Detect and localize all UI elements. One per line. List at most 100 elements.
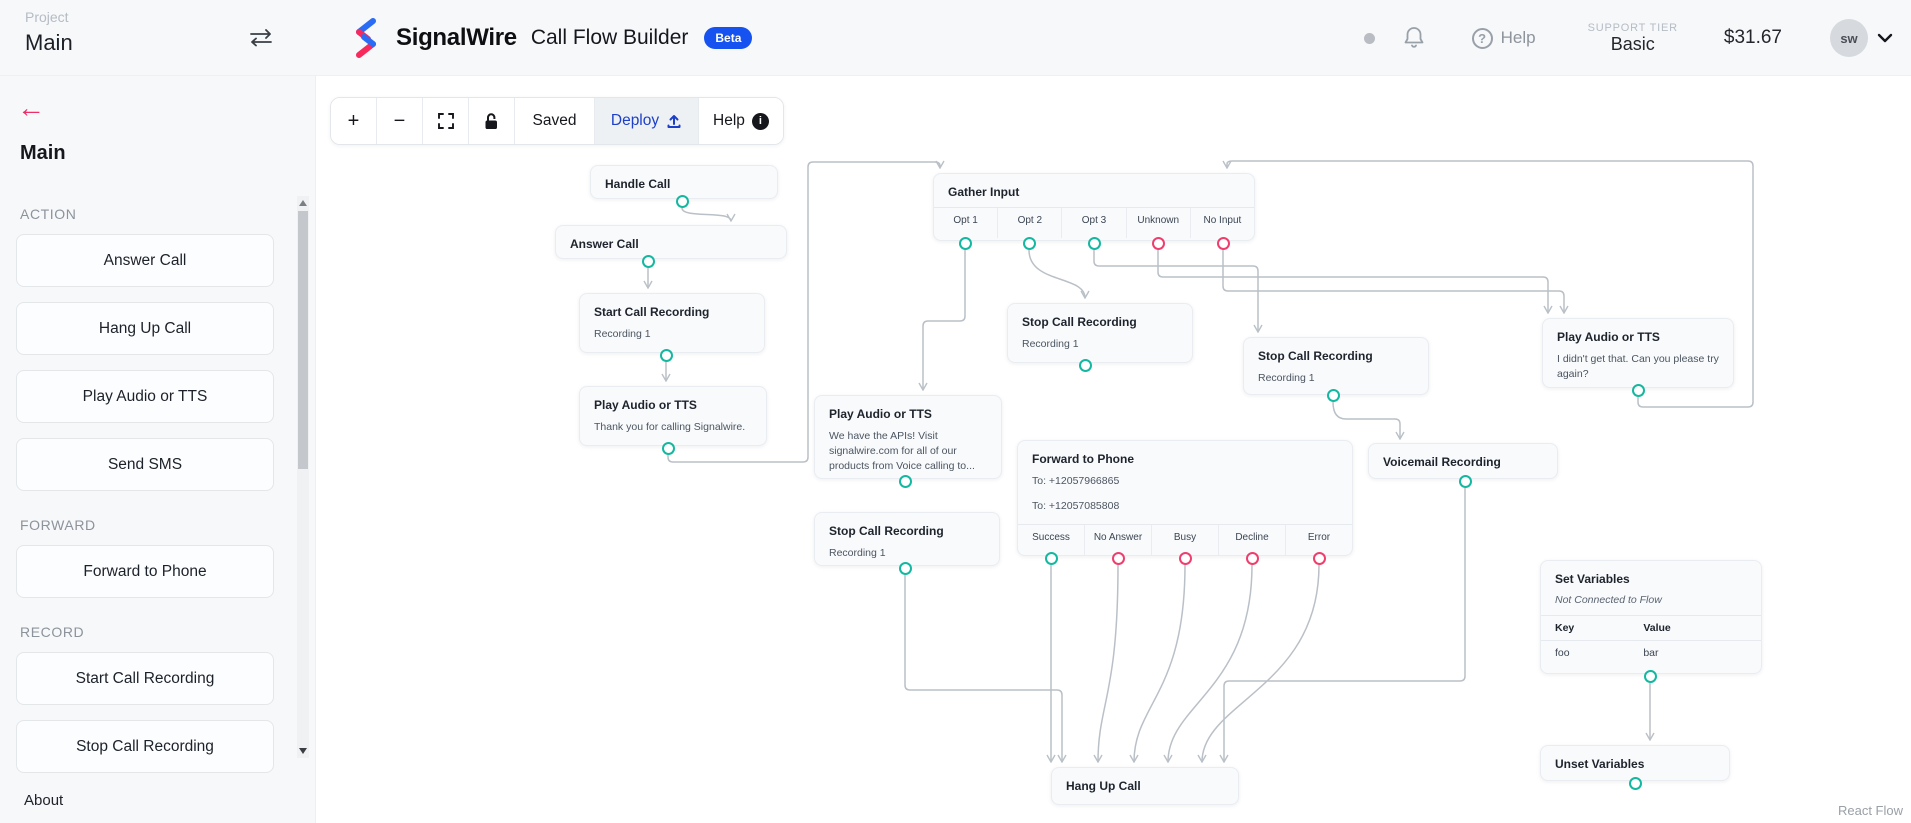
node-play-audio-thanks[interactable]: Play Audio or TTS Thank you for calling … bbox=[579, 386, 767, 446]
output-handle[interactable] bbox=[1313, 552, 1326, 565]
node-palette-sidebar: ← Main ACTION Answer Call Hang Up Call P… bbox=[0, 76, 316, 823]
node-play-audio-apis[interactable]: Play Audio or TTS We have the APIs! Visi… bbox=[814, 395, 1002, 479]
output-opt-1: Opt 1 bbox=[934, 208, 997, 238]
output-handle[interactable] bbox=[660, 349, 673, 362]
header-actions: ? Help SUPPORT TIER Basic $31.67 sw bbox=[1364, 0, 1893, 76]
variables-row: foo bar bbox=[1541, 641, 1761, 671]
node-unset-variables[interactable]: Unset Variables bbox=[1540, 745, 1730, 781]
output-handle[interactable] bbox=[1023, 237, 1036, 250]
node-title: Set Variables bbox=[1541, 561, 1761, 594]
lock-button[interactable] bbox=[469, 98, 515, 144]
palette-item-play-audio-tts[interactable]: Play Audio or TTS bbox=[16, 370, 274, 423]
output-handle[interactable] bbox=[1459, 475, 1472, 488]
scrollbar-up-arrow-icon[interactable] bbox=[299, 200, 307, 206]
palette-sections: ACTION Answer Call Hang Up Call Play Aud… bbox=[0, 180, 296, 788]
output-handle[interactable] bbox=[1045, 552, 1058, 565]
node-gather-input[interactable]: Gather Input Opt 1 Opt 2 Opt 3 Unknown N… bbox=[933, 173, 1255, 241]
help-button-label: Help bbox=[713, 112, 745, 130]
scrollbar-thumb[interactable] bbox=[298, 211, 308, 469]
output-handle[interactable] bbox=[899, 475, 912, 488]
support-tier: SUPPORT TIER Basic bbox=[1588, 22, 1678, 55]
palette-item-stop-call-recording[interactable]: Stop Call Recording bbox=[16, 720, 274, 773]
node-line: To: +12057085808 bbox=[1018, 499, 1352, 524]
output-handle[interactable] bbox=[1079, 359, 1092, 372]
output-opt-3: Opt 3 bbox=[1061, 208, 1125, 238]
notifications-bell-icon[interactable] bbox=[1402, 25, 1426, 51]
zoom-in-button[interactable]: + bbox=[331, 98, 377, 144]
help-label: Help bbox=[1501, 28, 1536, 48]
palette-item-start-call-recording[interactable]: Start Call Recording bbox=[16, 652, 274, 705]
output-handle[interactable] bbox=[899, 562, 912, 575]
project-name: Main bbox=[25, 30, 73, 56]
swap-project-icon[interactable] bbox=[248, 28, 274, 53]
signalwire-logo-icon bbox=[348, 17, 384, 59]
project-label: Project bbox=[25, 9, 69, 25]
output-handle[interactable] bbox=[959, 237, 972, 250]
node-title: Play Audio or TTS bbox=[580, 387, 766, 420]
output-handle[interactable] bbox=[1644, 670, 1657, 683]
status-dot-icon bbox=[1364, 33, 1375, 44]
output-handle[interactable] bbox=[1088, 237, 1101, 250]
node-start-call-recording[interactable]: Start Call Recording Recording 1 bbox=[579, 293, 765, 353]
back-arrow-icon[interactable]: ← bbox=[17, 94, 45, 122]
beta-badge: Beta bbox=[704, 27, 752, 49]
node-title: Hang Up Call bbox=[1052, 768, 1238, 801]
node-forward-to-phone[interactable]: Forward to Phone To: +12057966865 To: +1… bbox=[1017, 440, 1353, 556]
scrollbar-down-arrow-icon[interactable] bbox=[299, 748, 307, 754]
project-switcher-block: Project Main bbox=[0, 0, 316, 76]
app-header: Project Main SignalWire Call Flow Builde… bbox=[0, 0, 1911, 76]
question-icon: ? bbox=[1472, 28, 1493, 49]
node-handle-call[interactable]: Handle Call bbox=[590, 165, 778, 199]
support-tier-value: Basic bbox=[1588, 34, 1678, 55]
node-answer-call[interactable]: Answer Call bbox=[555, 225, 787, 259]
output-handle[interactable] bbox=[1246, 552, 1259, 565]
node-title: Gather Input bbox=[934, 174, 1254, 207]
canvas-toolbar: + − Saved Deploy Help i bbox=[330, 97, 784, 145]
sidebar-scrollbar[interactable] bbox=[297, 196, 309, 758]
info-icon: i bbox=[752, 113, 769, 130]
output-handle[interactable] bbox=[676, 195, 689, 208]
help-menu[interactable]: ? Help bbox=[1472, 28, 1536, 49]
palette-item-answer-call[interactable]: Answer Call bbox=[16, 234, 274, 287]
key-cell: foo bbox=[1555, 647, 1643, 659]
node-title: Forward to Phone bbox=[1018, 441, 1352, 474]
node-set-variables[interactable]: Set Variables Not Connected to Flow Key … bbox=[1540, 560, 1762, 674]
output-opt-2: Opt 2 bbox=[997, 208, 1061, 238]
node-play-audio-retry[interactable]: Play Audio or TTS I didn't get that. Can… bbox=[1542, 318, 1734, 388]
help-button[interactable]: Help i bbox=[699, 98, 783, 144]
output-handle[interactable] bbox=[1217, 237, 1230, 250]
output-handle[interactable] bbox=[662, 442, 675, 455]
node-voicemail-recording[interactable]: Voicemail Recording bbox=[1368, 443, 1558, 479]
zoom-out-button[interactable]: − bbox=[377, 98, 423, 144]
react-flow-attribution: React Flow bbox=[1838, 803, 1903, 818]
output-handle[interactable] bbox=[1629, 777, 1642, 790]
deploy-button[interactable]: Deploy bbox=[595, 98, 699, 144]
output-handle[interactable] bbox=[1152, 237, 1165, 250]
node-title: Start Call Recording bbox=[580, 294, 764, 327]
fit-view-button[interactable] bbox=[423, 98, 469, 144]
avatar[interactable]: sw bbox=[1830, 19, 1868, 57]
node-title: Stop Call Recording bbox=[1008, 304, 1192, 337]
section-label-action: ACTION bbox=[20, 206, 296, 222]
node-title: Voicemail Recording bbox=[1369, 444, 1557, 477]
output-handle[interactable] bbox=[1112, 552, 1125, 565]
output-handle[interactable] bbox=[642, 255, 655, 268]
node-stop-call-recording-right[interactable]: Stop Call Recording Recording 1 bbox=[1243, 337, 1429, 395]
output-handle[interactable] bbox=[1179, 552, 1192, 565]
saved-status-button[interactable]: Saved bbox=[515, 98, 595, 144]
flow-canvas[interactable]: + − Saved Deploy Help i bbox=[316, 76, 1911, 823]
output-handle[interactable] bbox=[1632, 384, 1645, 397]
node-stop-call-recording-left[interactable]: Stop Call Recording Recording 1 bbox=[814, 512, 1000, 566]
node-hang-up-call[interactable]: Hang Up Call bbox=[1051, 767, 1239, 805]
node-subtitle: Recording 1 bbox=[580, 327, 764, 352]
node-title: Play Audio or TTS bbox=[815, 396, 1001, 429]
node-line: To: +12057966865 bbox=[1018, 474, 1352, 499]
palette-item-forward-to-phone[interactable]: Forward to Phone bbox=[16, 545, 274, 598]
output-handle[interactable] bbox=[1327, 389, 1340, 402]
node-title: Unset Variables bbox=[1541, 746, 1729, 779]
palette-item-hang-up-call[interactable]: Hang Up Call bbox=[16, 302, 274, 355]
node-stop-call-recording-mid[interactable]: Stop Call Recording Recording 1 bbox=[1007, 303, 1193, 363]
about-link[interactable]: About bbox=[24, 792, 63, 809]
account-chevron-down-icon[interactable] bbox=[1877, 33, 1893, 43]
palette-item-send-sms[interactable]: Send SMS bbox=[16, 438, 274, 491]
